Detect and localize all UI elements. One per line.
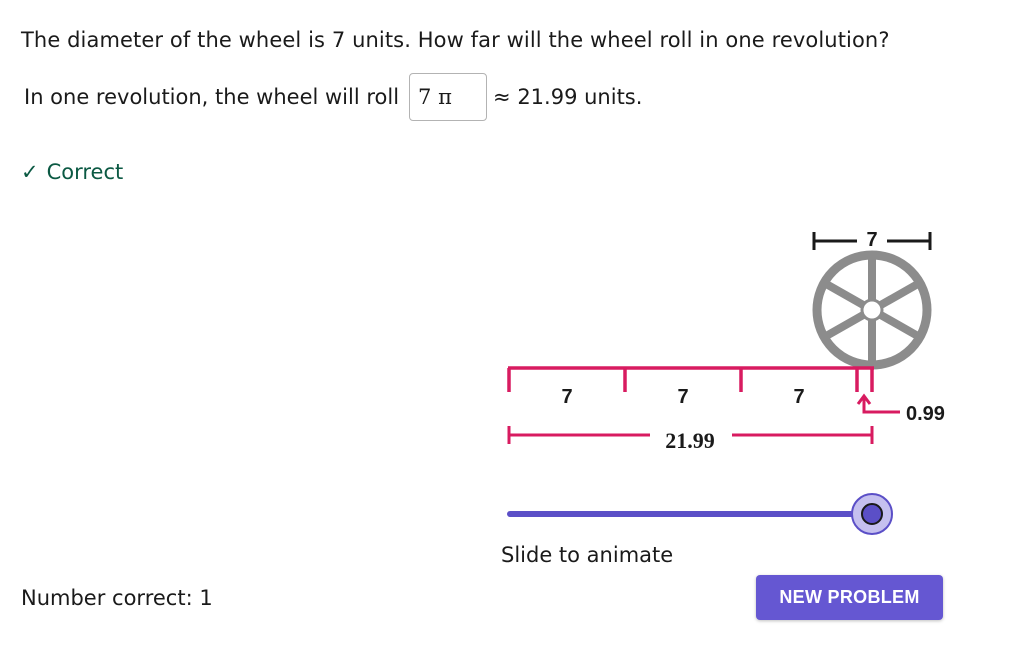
- animate-slider[interactable]: [507, 493, 893, 535]
- slider-thumb[interactable]: [861, 503, 883, 525]
- wheel: [812, 250, 932, 370]
- total-length-label: 21.99: [665, 428, 715, 453]
- diameter-label: 7: [866, 229, 877, 251]
- new-problem-button[interactable]: NEW PROBLEM: [756, 575, 943, 620]
- remainder-arrow: [856, 393, 900, 414]
- slider-caption: Slide to animate: [501, 543, 674, 567]
- segment-label-2: 7: [677, 386, 688, 408]
- segment-label-1: 7: [561, 386, 572, 408]
- number-correct: Number correct: 1: [21, 586, 213, 610]
- segment-label-3: 7: [793, 386, 804, 408]
- remainder-label: 0.99: [906, 403, 945, 425]
